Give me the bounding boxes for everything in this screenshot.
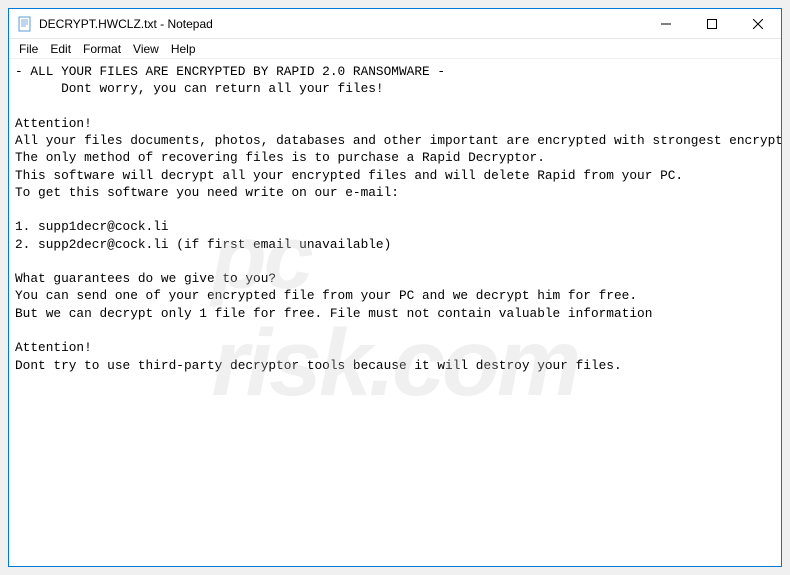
menubar: File Edit Format View Help [9,39,781,59]
titlebar[interactable]: DECRYPT.HWCLZ.txt - Notepad [9,9,781,39]
window-title: DECRYPT.HWCLZ.txt - Notepad [39,17,643,31]
menu-file[interactable]: File [13,40,44,58]
menu-edit[interactable]: Edit [44,40,77,58]
text-area[interactable]: pcrisk.com- ALL YOUR FILES ARE ENCRYPTED… [9,59,781,566]
minimize-button[interactable] [643,9,689,38]
menu-help[interactable]: Help [165,40,202,58]
maximize-button[interactable] [689,9,735,38]
text-content: - ALL YOUR FILES ARE ENCRYPTED BY RAPID … [15,64,781,373]
notepad-icon [17,16,33,32]
notepad-window: DECRYPT.HWCLZ.txt - Notepad File Edit Fo… [8,8,782,567]
window-controls [643,9,781,38]
menu-view[interactable]: View [127,40,165,58]
menu-format[interactable]: Format [77,40,127,58]
close-button[interactable] [735,9,781,38]
